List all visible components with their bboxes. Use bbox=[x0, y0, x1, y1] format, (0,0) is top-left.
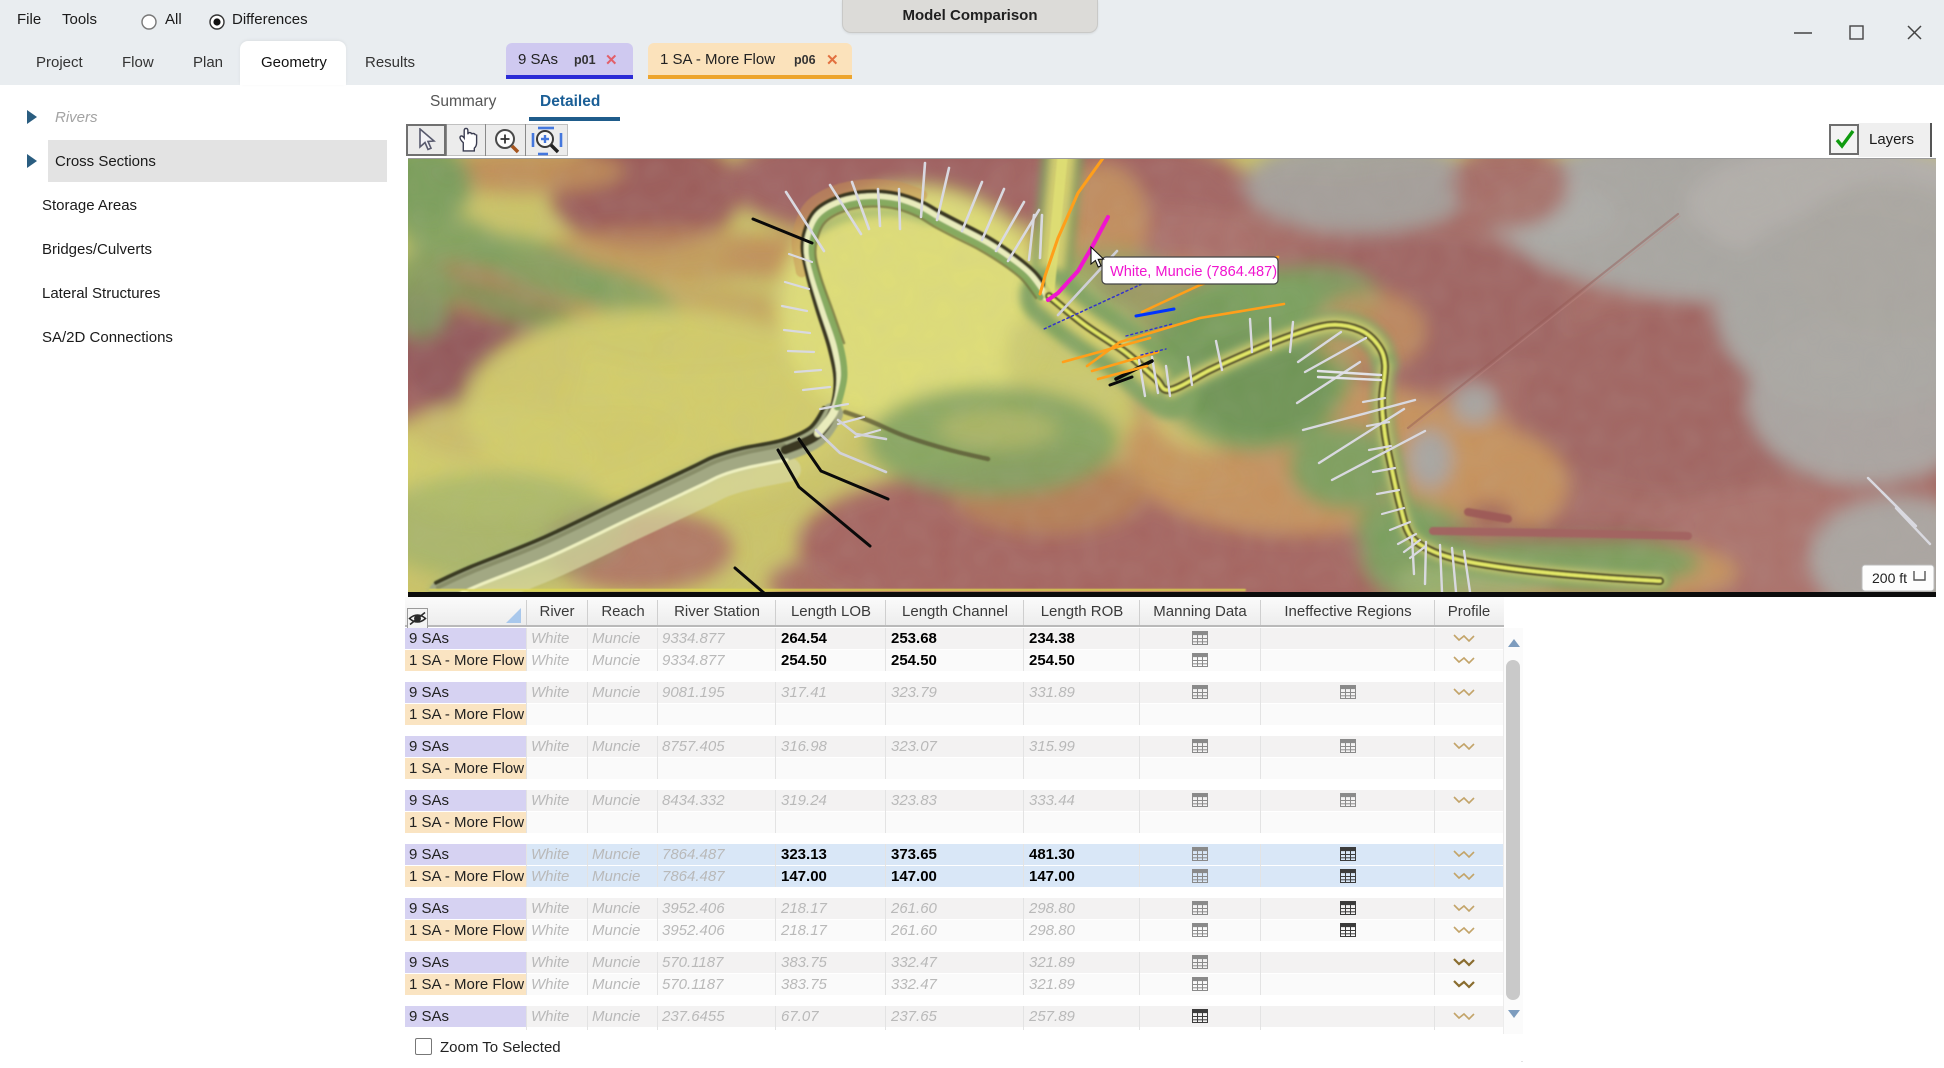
svg-text:White, Muncie (7864.487): White, Muncie (7864.487) bbox=[1110, 264, 1277, 280]
svg-text:200 ft: 200 ft bbox=[1872, 570, 1907, 586]
